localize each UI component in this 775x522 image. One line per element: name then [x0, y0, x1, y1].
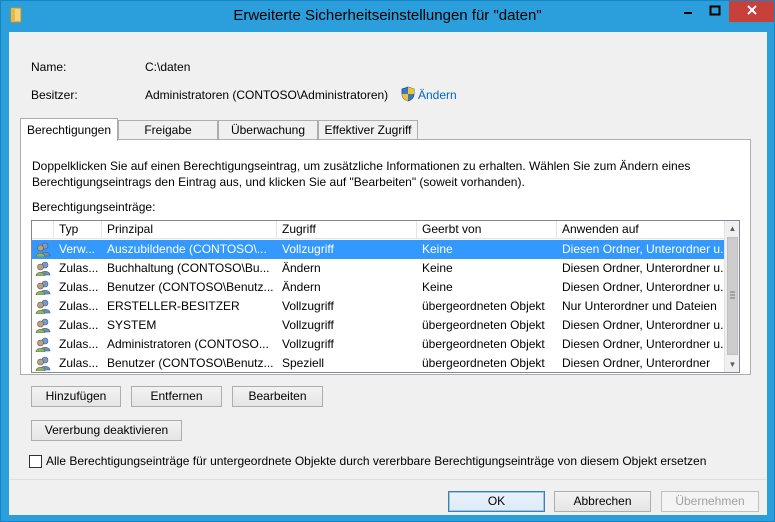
- cell-prinzipal: ERSTELLER-BESITZER: [107, 299, 240, 313]
- cell-zugriff: Ändern: [282, 261, 321, 275]
- cell-anwenden-auf: Diesen Ordner, Unterordner u...: [562, 318, 724, 332]
- users-group-icon: [35, 356, 51, 372]
- users-group-icon: [35, 280, 51, 296]
- column-anwenden-auf[interactable]: Anwenden auf: [557, 221, 724, 239]
- owner-label: Besitzer:: [31, 88, 78, 102]
- cell-anwenden-auf: Diesen Ordner, Unterordner u...: [562, 337, 724, 351]
- cell-zugriff: Ändern: [282, 280, 321, 294]
- column-icon[interactable]: [32, 221, 54, 239]
- description-text: Doppelklicken Sie auf einen Berechtigung…: [32, 158, 732, 190]
- column-prinzipal[interactable]: Prinzipal: [102, 221, 277, 239]
- scroll-up-icon[interactable]: ▲: [725, 221, 739, 236]
- minimize-button[interactable]: [675, 1, 701, 22]
- cell-anwenden-auf: Diesen Ordner, Unterordner u...: [562, 280, 724, 294]
- table-row[interactable]: Zulas... Administratoren (CONTOSO... Vollz…: [32, 335, 724, 354]
- cell-prinzipal: Benutzer (CONTOSO\Benutz...: [107, 280, 274, 294]
- table-row[interactable]: Zulas... Buchhaltung (CONTOSO\Bu... Ändern…: [32, 259, 724, 278]
- window-title: Erweiterte Sicherheitseinstellungen für …: [233, 7, 542, 24]
- tab-ueberwachung[interactable]: Überwachung: [218, 120, 318, 140]
- list-header: Typ Prinzipal Zugriff Geerbt von Anwende…: [32, 221, 724, 239]
- replace-child-permissions-label[interactable]: Alle Berechtigungseinträge für untergeor…: [46, 454, 706, 468]
- scrollbar-thumb[interactable]: [727, 237, 738, 355]
- cell-typ: Zulas...: [59, 337, 99, 351]
- maximize-icon: [709, 5, 721, 19]
- column-geerbt-von[interactable]: Geerbt von: [417, 221, 557, 239]
- title-bar[interactable]: Erweiterte Sicherheitseinstellungen für …: [1, 1, 774, 31]
- vertical-scrollbar[interactable]: ▲ ▼: [724, 221, 739, 372]
- cell-geerbt-von: Keine: [422, 280, 453, 294]
- cell-zugriff: Vollzugriff: [282, 242, 334, 256]
- users-group-icon: [35, 299, 51, 315]
- cell-geerbt-von: Keine: [422, 261, 453, 275]
- cell-zugriff: Vollzugriff: [282, 337, 334, 351]
- column-zugriff[interactable]: Zugriff: [277, 221, 417, 239]
- users-group-icon: [35, 261, 51, 277]
- cell-typ: Zulas...: [59, 299, 99, 313]
- users-group-icon: [35, 318, 51, 334]
- cell-anwenden-auf: Diesen Ordner, Unterordner u...: [562, 261, 724, 275]
- permission-entries-list[interactable]: Typ Prinzipal Zugriff Geerbt von Anwende…: [31, 220, 740, 373]
- cell-prinzipal: Buchhaltung (CONTOSO\Bu...: [107, 261, 270, 275]
- cell-zugriff: Vollzugriff: [282, 318, 334, 332]
- cancel-button[interactable]: Abbrechen: [554, 491, 651, 512]
- table-row[interactable]: Zulas... ERSTELLER-BESITZER Vollzugriff übe…: [32, 297, 724, 316]
- cell-anwenden-auf: Diesen Ordner, Unterordner: [562, 356, 711, 370]
- table-row[interactable]: Zulas... Benutzer (CONTOSO\Benutz... Spezi…: [32, 354, 724, 372]
- cell-prinzipal: SYSTEM: [107, 318, 157, 332]
- cell-typ: Zulas...: [59, 356, 99, 370]
- cell-prinzipal: Administratoren (CONTOSO...: [107, 337, 269, 351]
- column-typ[interactable]: Typ: [54, 221, 102, 239]
- ok-button[interactable]: OK: [448, 491, 545, 512]
- cell-geerbt-von: übergeordneten Objekt: [422, 337, 545, 351]
- table-row[interactable]: Zulas... SYSTEM Vollzugriff übergeordneten …: [32, 316, 724, 335]
- cell-prinzipal: Auszubildende (CONTOSO\...: [107, 242, 267, 256]
- tab-effektiver-zugriff[interactable]: Effektiver Zugriff: [318, 120, 418, 140]
- tab-berechtigungen[interactable]: Berechtigungen: [20, 118, 118, 141]
- close-button[interactable]: [729, 1, 774, 22]
- apply-button[interactable]: Übernehmen: [661, 491, 759, 512]
- name-label: Name:: [31, 60, 67, 74]
- cell-prinzipal: Benutzer (CONTOSO\Benutz...: [107, 356, 274, 370]
- cell-anwenden-auf: Nur Unterordner und Dateien: [562, 299, 717, 313]
- users-group-icon: [35, 242, 51, 258]
- cell-typ: Zulas...: [59, 261, 99, 275]
- tab-freigabe[interactable]: Freigabe: [118, 120, 218, 140]
- description-line-1: Doppelklicken Sie auf einen Berechtigung…: [32, 159, 691, 173]
- cell-typ: Zulas...: [59, 318, 99, 332]
- cell-geerbt-von: übergeordneten Objekt: [422, 356, 545, 370]
- cell-zugriff: Vollzugriff: [282, 299, 334, 313]
- cell-geerbt-von: übergeordneten Objekt: [422, 318, 545, 332]
- close-icon: [746, 4, 758, 19]
- scroll-down-icon[interactable]: ▼: [725, 357, 739, 372]
- table-row[interactable]: Zulas... Benutzer (CONTOSO\Benutz... Änder…: [32, 278, 724, 297]
- table-row[interactable]: Verw... Auszubildende (CONTOSO\... Vollzug…: [32, 240, 724, 259]
- cell-geerbt-von: Keine: [422, 242, 453, 256]
- permissions-tab-panel: Doppelklicken Sie auf einen Berechtigung…: [20, 139, 751, 375]
- description-line-2: Berechtigungseintrags den Eintrag aus, u…: [32, 175, 525, 189]
- entries-label: Berechtigungseinträge:: [32, 200, 156, 214]
- edit-button[interactable]: Bearbeiten: [232, 386, 323, 407]
- owner-change-link[interactable]: Ändern: [418, 88, 457, 102]
- name-value: C:\daten: [145, 60, 191, 74]
- minimize-icon: [683, 5, 693, 19]
- disable-inheritance-button[interactable]: Vererbung deaktivieren: [31, 420, 182, 441]
- dialog-footer: OK Abbrechen Übernehmen: [9, 479, 767, 515]
- cell-anwenden-auf: Diesen Ordner, Unterordner u...: [562, 242, 724, 256]
- remove-button[interactable]: Entfernen: [131, 386, 222, 407]
- dialog-client-area: Name: C:\daten Besitzer: Administratoren…: [9, 32, 767, 515]
- uac-shield-icon: [401, 86, 415, 102]
- cell-geerbt-von: übergeordneten Objekt: [422, 299, 545, 313]
- maximize-button[interactable]: [702, 1, 728, 22]
- owner-value: Administratoren (CONTOSO\Administratoren…: [145, 88, 389, 102]
- replace-child-permissions-checkbox[interactable]: [29, 455, 42, 468]
- users-group-icon: [35, 337, 51, 353]
- security-dialog-window: Erweiterte Sicherheitseinstellungen für …: [0, 0, 775, 522]
- cell-typ: Zulas...: [59, 280, 99, 294]
- add-button[interactable]: Hinzufügen: [31, 386, 121, 407]
- cell-typ: Verw...: [59, 242, 96, 256]
- cell-zugriff: Speziell: [282, 356, 325, 370]
